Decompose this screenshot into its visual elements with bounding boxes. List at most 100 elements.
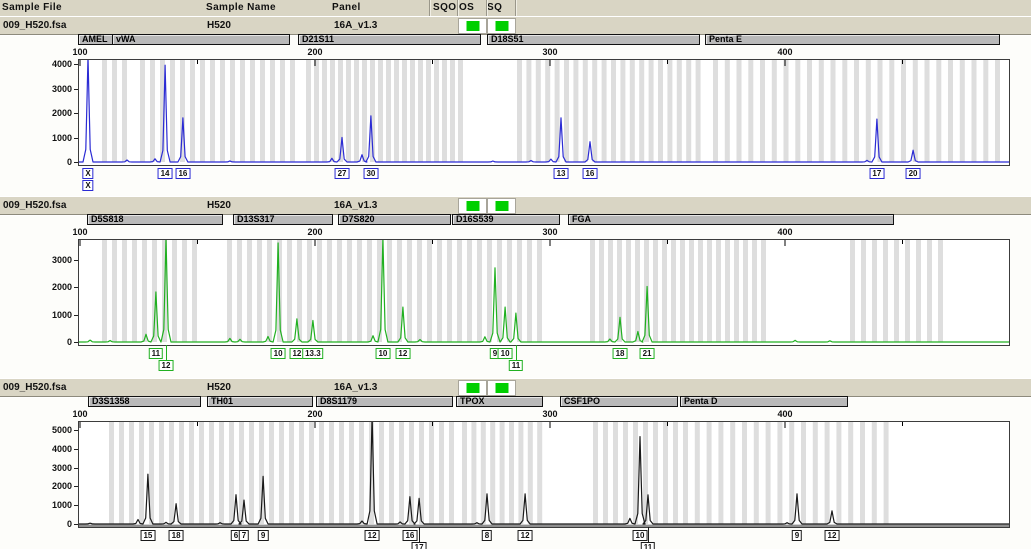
sample-panel-blue: 009_H520.fsa H520 16A_v1.3 AMELvWA D21S11…	[0, 16, 1031, 198]
allele-label-d13s317-13.3[interactable]: 13.3	[302, 348, 324, 359]
y-axis-tick	[74, 449, 78, 450]
allele-label-fga-18[interactable]: 18	[613, 348, 628, 359]
marker-bar-d18s51[interactable]: D18S51	[487, 34, 700, 45]
sample-row[interactable]: 009_H520.fsa H520 16A_v1.3	[0, 378, 1031, 397]
allele-label-d8s1179-17[interactable]: 17	[412, 542, 427, 549]
allele-label-d8s1179-12[interactable]: 12	[365, 530, 380, 541]
y-axis-label-0: 0	[34, 157, 72, 167]
marker-bar-penta-d[interactable]: Penta D	[680, 396, 848, 407]
electropherogram-plot[interactable]	[78, 421, 1010, 528]
x-axis-label-200: 200	[300, 47, 330, 57]
x-axis-label-400: 400	[770, 47, 800, 57]
allele-label-penta d-9[interactable]: 9	[792, 530, 802, 541]
col-sqo: SQO	[433, 2, 456, 13]
x-axis-label-300: 300	[535, 47, 565, 57]
allele-label-d5s818-12[interactable]: 12	[159, 360, 174, 371]
x-axis-label-300: 300	[535, 409, 565, 419]
allele-label-csf1po-10[interactable]: 10	[633, 530, 648, 541]
allele-label-d21s11-27[interactable]: 27	[335, 168, 350, 179]
y-axis-label-1000: 1000	[34, 500, 72, 510]
marker-bar-tpox[interactable]: TPOX	[456, 396, 543, 407]
x-axis-label-200: 200	[300, 409, 330, 419]
y-axis-label-4000: 4000	[34, 59, 72, 69]
marker-bar-fga[interactable]: FGA	[568, 214, 894, 225]
sample-file-value: 009_H520.fsa	[3, 20, 66, 31]
sample-name-value: H520	[207, 20, 231, 31]
allele-label-penta d-12[interactable]: 12	[825, 530, 840, 541]
allele-label-th01-9[interactable]: 9	[258, 530, 268, 541]
allele-label-d8s1179-16[interactable]: 16	[402, 530, 417, 541]
marker-bar-d3s1358[interactable]: D3S1358	[88, 396, 201, 407]
y-axis-label-3000: 3000	[34, 84, 72, 94]
allele-label-penta e-17[interactable]: 17	[869, 168, 884, 179]
allele-label-tpox-12[interactable]: 12	[518, 530, 533, 541]
allele-label-d7s820-10[interactable]: 10	[375, 348, 390, 359]
y-axis-label-4000: 4000	[34, 444, 72, 454]
sq-status-cell	[487, 198, 516, 214]
allele-label-d16s539-11[interactable]: 11	[509, 360, 523, 371]
y-axis-tick	[74, 260, 78, 261]
allele-label-vwa-16[interactable]: 16	[175, 168, 190, 179]
allele-label-d21s11-30[interactable]: 30	[363, 168, 378, 179]
allele-label-d18s51-16[interactable]: 16	[582, 168, 597, 179]
y-axis-tick	[74, 486, 78, 487]
marker-bar-d8s1179[interactable]: D8S1179	[316, 396, 453, 407]
electropherogram-plot[interactable]	[78, 239, 1010, 346]
y-axis-tick	[74, 342, 78, 343]
marker-bar-d5s818[interactable]: D5S818	[87, 214, 223, 225]
y-axis-tick	[74, 315, 78, 316]
marker-bar-d7s820[interactable]: D7S820	[338, 214, 451, 225]
marker-bar-amel[interactable]: AMEL	[78, 34, 113, 45]
col-panel: Panel	[332, 2, 361, 13]
os-pass-indicator	[466, 383, 479, 393]
allele-label-d3s1358-15[interactable]: 15	[140, 530, 155, 541]
x-axis-row: 100 200 300 400	[0, 47, 1031, 59]
x-axis-label-100: 100	[65, 47, 95, 57]
x-axis-label-400: 400	[770, 227, 800, 237]
x-axis-label-400: 400	[770, 409, 800, 419]
os-pass-indicator	[466, 201, 479, 211]
sample-name-value: H520	[207, 200, 231, 211]
allele-label-th01-7[interactable]: 7	[239, 530, 249, 541]
marker-bar-d16s539[interactable]: D16S539	[452, 214, 560, 225]
marker-bar-d21s11[interactable]: D21S11	[298, 34, 481, 45]
marker-bar-th01[interactable]: TH01	[207, 396, 313, 407]
col-sample-file: Sample File	[2, 2, 62, 13]
marker-bar-row: D5S818 D13S317 D7S820D16S539 FGA	[0, 214, 1031, 227]
allele-label-d5s818-11[interactable]: 11	[149, 348, 163, 359]
allele-label-penta e-20[interactable]: 20	[906, 168, 921, 179]
y-axis-tick	[74, 89, 78, 90]
marker-bar-penta-e[interactable]: Penta E	[705, 34, 1000, 45]
allele-label-amel-x-2[interactable]: X	[82, 180, 93, 191]
electropherogram-plot[interactable]	[78, 59, 1010, 166]
allele-label-d7s820-12[interactable]: 12	[395, 348, 410, 359]
allele-label-d18s51-13[interactable]: 13	[554, 168, 569, 179]
sq-pass-indicator	[495, 201, 508, 211]
sample-name-value: H520	[207, 382, 231, 393]
col-os: OS	[459, 2, 474, 13]
allele-label-d3s1358-18[interactable]: 18	[169, 530, 184, 541]
allele-label-d13s317-10[interactable]: 10	[271, 348, 286, 359]
os-status-cell	[458, 380, 487, 396]
y-axis-label-0: 0	[34, 337, 72, 347]
marker-bar-csf1po[interactable]: CSF1PO	[560, 396, 678, 407]
allele-label-amel-x[interactable]: X	[82, 168, 93, 179]
allele-label-d16s539-10[interactable]: 10	[498, 348, 513, 359]
marker-bar-vwa[interactable]: vWA	[112, 34, 290, 45]
sq-pass-indicator	[495, 383, 508, 393]
y-axis-tick	[74, 64, 78, 65]
allele-label-fga-21[interactable]: 21	[640, 348, 655, 359]
sample-row[interactable]: 009_H520.fsa H520 16A_v1.3	[0, 16, 1031, 35]
y-axis-tick	[74, 524, 78, 525]
allele-label-tpox-8[interactable]: 8	[482, 530, 492, 541]
x-axis-label-200: 200	[300, 227, 330, 237]
column-separator	[486, 0, 487, 16]
y-axis-label-5000: 5000	[34, 425, 72, 435]
marker-bar-d13s317[interactable]: D13S317	[233, 214, 333, 225]
y-axis-tick	[74, 505, 78, 506]
allele-label-vwa-14[interactable]: 14	[158, 168, 173, 179]
y-axis-label-0: 0	[34, 519, 72, 529]
sample-row[interactable]: 009_H520.fsa H520 16A_v1.3	[0, 196, 1031, 215]
col-sample-name: Sample Name	[206, 2, 276, 13]
allele-label-csf1po-11[interactable]: 11	[641, 542, 655, 549]
